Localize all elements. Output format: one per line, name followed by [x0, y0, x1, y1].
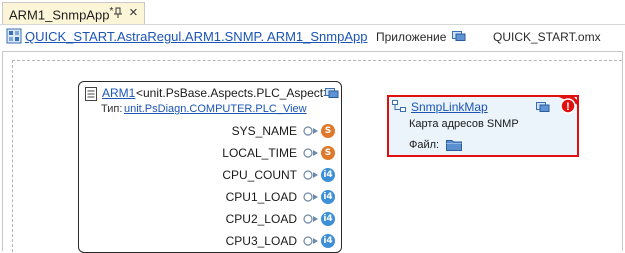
- snmp-linkmap-block[interactable]: SnmpLinkMap Карта адресов SNMP Файл:: [387, 95, 579, 157]
- port-row[interactable]: CPU1_LOAD i4: [226, 188, 335, 206]
- port-label: CPU2_LOAD: [225, 212, 297, 226]
- file-label: Файл:: [409, 139, 440, 151]
- output-connector-icon[interactable]: [303, 169, 319, 181]
- port-row[interactable]: CPU3_LOAD i4: [226, 232, 335, 250]
- application-icon: [6, 28, 22, 44]
- view-type-link[interactable]: unit.PsDiagn.COMPUTER.PLC_View: [124, 103, 307, 115]
- project-file-label: QUICK_START.omx: [493, 30, 601, 44]
- output-connector-icon[interactable]: [303, 147, 319, 159]
- port-row[interactable]: LOCAL_TIME S: [222, 144, 335, 162]
- int-type-badge: i4: [321, 190, 335, 204]
- aspect-kind-icon: [325, 88, 339, 98]
- error-badge-text: !: [566, 101, 570, 113]
- output-connector-icon[interactable]: [303, 125, 319, 137]
- port-label: CPU1_LOAD: [225, 190, 297, 204]
- port-row[interactable]: CPU2_LOAD i4: [226, 210, 335, 228]
- link-map-icon: [392, 100, 406, 112]
- output-connector-icon[interactable]: [303, 213, 319, 225]
- tab-arm1-snmpapp[interactable]: ARM1_SnmpApp* ×: [2, 2, 145, 24]
- port-label: SYS_NAME: [231, 124, 297, 138]
- port-label: CPU3_LOAD: [225, 234, 297, 248]
- string-type-badge: S: [321, 124, 335, 138]
- path-bar: QUICK_START.AstraRegul.ARM1.SNMP. ARM1_S…: [0, 25, 625, 47]
- arm1-type-label: <unit.PsBase.Aspects.PLC_Aspect>: [136, 86, 331, 100]
- output-connector-icon[interactable]: [303, 191, 319, 203]
- object-kind-label: Приложение: [376, 30, 447, 44]
- tab-title: ARM1_SnmpApp*: [9, 6, 114, 23]
- port-row[interactable]: SYS_NAME S: [232, 122, 335, 140]
- folder-icon[interactable]: [446, 138, 462, 151]
- linkmap-kind-icon: [536, 102, 550, 112]
- snmp-linkmap-name-link[interactable]: SnmpLinkMap: [411, 100, 488, 114]
- application-kind-icon: [452, 31, 466, 41]
- error-icon[interactable]: !: [554, 95, 578, 117]
- output-connector-icon[interactable]: [303, 235, 319, 247]
- port-label: LOCAL_TIME: [222, 146, 297, 160]
- port-row[interactable]: CPU_COUNT i4: [222, 166, 335, 184]
- object-path-link[interactable]: QUICK_START.AstraRegul.ARM1.SNMP. ARM1_S…: [25, 29, 367, 44]
- arm1-name-link[interactable]: ARM1: [102, 86, 135, 100]
- pin-icon[interactable]: [112, 7, 124, 19]
- aspect-block-icon: [85, 87, 97, 101]
- arm1-aspect-block[interactable]: ARM1 <unit.PsBase.Aspects.PLC_Aspect> Ти…: [78, 81, 342, 253]
- view-type-label: Тип:: [101, 103, 123, 115]
- string-type-badge: S: [321, 146, 335, 160]
- int-type-badge: i4: [321, 212, 335, 226]
- int-type-badge: i4: [321, 168, 335, 182]
- close-icon[interactable]: ×: [129, 4, 138, 22]
- port-label: CPU_COUNT: [222, 168, 297, 182]
- int-type-badge: i4: [321, 234, 335, 248]
- snmp-description: Карта адресов SNMP: [409, 118, 519, 130]
- document-tab-strip: ARM1_SnmpApp* ×: [0, 0, 625, 25]
